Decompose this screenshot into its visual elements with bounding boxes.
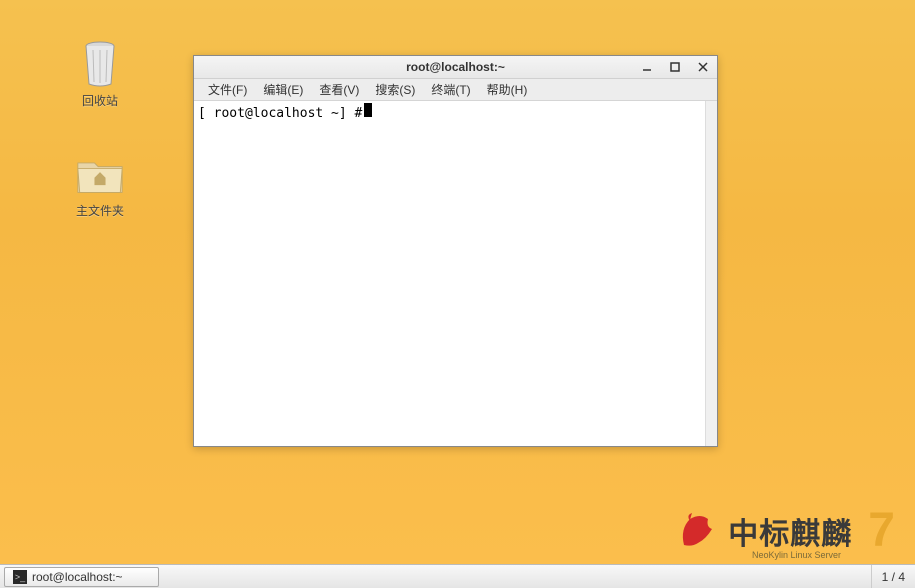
desktop: 回收站 主文件夹 root@localhost:~: [0, 0, 915, 564]
prompt-text: [ root@localhost ~] #: [198, 106, 362, 121]
maximize-button[interactable]: [665, 59, 685, 75]
menu-view[interactable]: 查看(V): [311, 79, 367, 100]
home-folder-label: 主文件夹: [60, 202, 140, 219]
desktop-icon-trash[interactable]: 回收站: [60, 40, 140, 109]
window-controls: [637, 59, 713, 75]
trash-icon: [76, 40, 124, 88]
desktop-icon-home[interactable]: 主文件夹: [60, 150, 140, 219]
minimize-button[interactable]: [637, 59, 657, 75]
branding-version: 7: [868, 503, 895, 558]
menu-file[interactable]: 文件(F): [200, 79, 255, 100]
scrollbar[interactable]: [705, 101, 717, 446]
terminal-body[interactable]: [ root@localhost ~] #: [194, 101, 717, 446]
taskbar-task-terminal[interactable]: >_ root@localhost:~: [4, 567, 159, 587]
menu-terminal[interactable]: 终端(T): [423, 79, 478, 100]
branding-text: 中标麒麟: [728, 509, 852, 553]
kylin-logo-icon: [676, 509, 720, 553]
branding: 中标麒麟 7 NeoKylin Linux Server: [676, 503, 895, 558]
trash-label: 回收站: [60, 92, 140, 109]
terminal-window: root@localhost:~ 文件(F) 编辑(E) 查看(V) 搜索(S)…: [193, 55, 718, 447]
close-button[interactable]: [693, 59, 713, 75]
branding-sub: NeoKylin Linux Server: [752, 550, 841, 560]
menu-search[interactable]: 搜索(S): [367, 79, 423, 100]
workspace-indicator[interactable]: 1 / 4: [871, 565, 915, 588]
terminal-icon: >_: [13, 570, 27, 584]
task-label: root@localhost:~: [32, 570, 123, 584]
workspace-text: 1 / 4: [882, 570, 905, 584]
cursor: [364, 103, 372, 117]
menubar: 文件(F) 编辑(E) 查看(V) 搜索(S) 终端(T) 帮助(H): [194, 79, 717, 101]
window-title: root@localhost:~: [406, 60, 505, 74]
prompt-line: [ root@localhost ~] #: [198, 103, 713, 121]
titlebar[interactable]: root@localhost:~: [194, 56, 717, 79]
menu-edit[interactable]: 编辑(E): [255, 79, 311, 100]
menu-help[interactable]: 帮助(H): [479, 79, 536, 100]
folder-home-icon: [76, 150, 124, 198]
taskbar: >_ root@localhost:~ 1 / 4: [0, 564, 915, 588]
